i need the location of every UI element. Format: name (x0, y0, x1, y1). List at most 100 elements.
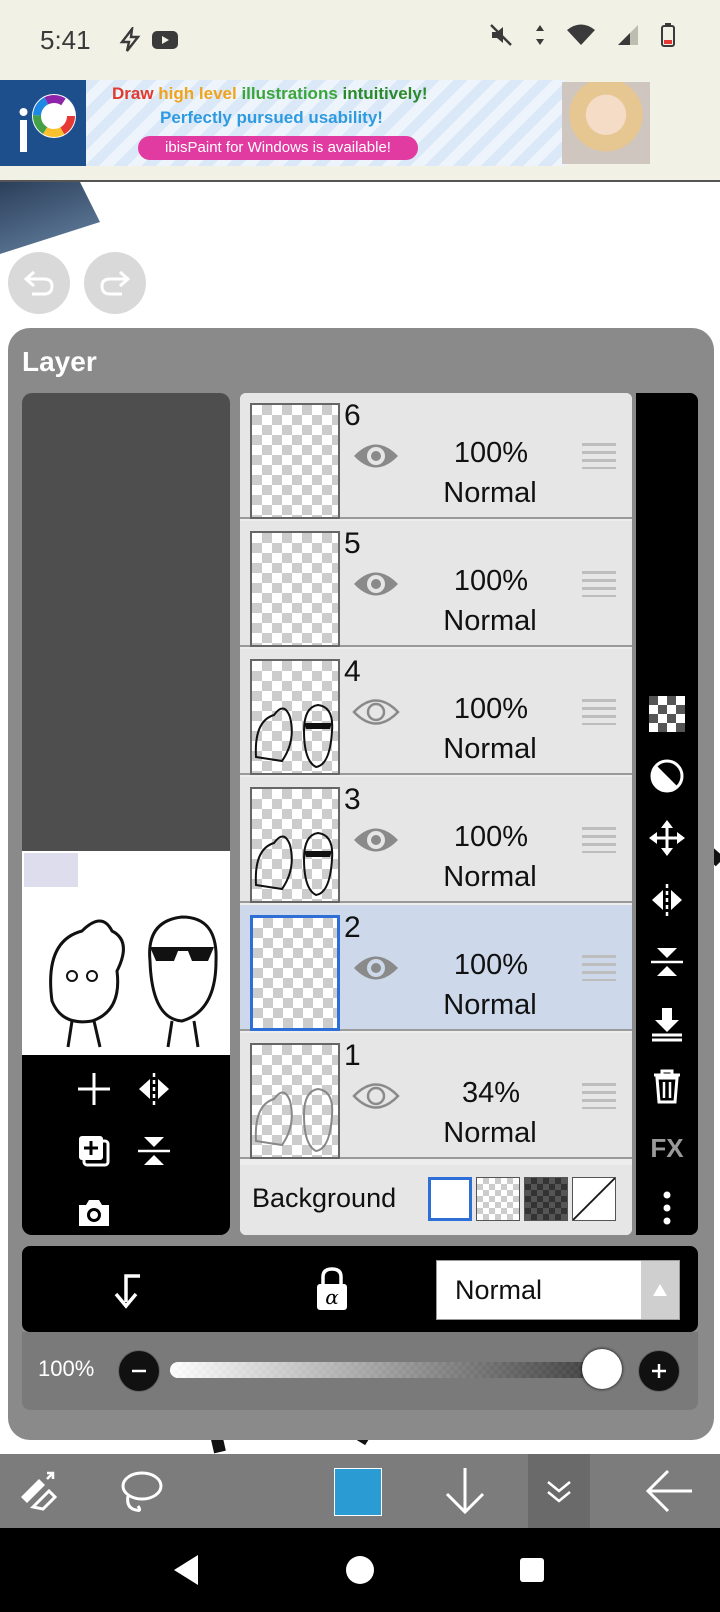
redo-button[interactable] (84, 252, 146, 314)
blend-mode-select[interactable]: Normal (436, 1260, 680, 1320)
transparency-checker-button[interactable] (648, 695, 686, 733)
background-dark-swatch[interactable] (524, 1177, 568, 1221)
ad-cta-pill[interactable]: ibisPaint for Windows is available! (138, 136, 418, 160)
layer-blend-mode: Normal (443, 1117, 537, 1149)
ad-content[interactable]: Draw high level illustrations intuitivel… (86, 80, 650, 166)
drag-handle-icon[interactable] (582, 443, 616, 469)
drag-handle-icon[interactable] (582, 955, 616, 981)
merge-down-icon (652, 1008, 682, 1042)
ad-headline-part: illustrations (241, 84, 343, 103)
layer-preview-thumbnail (22, 851, 230, 1055)
youtube-icon (151, 29, 179, 51)
visibility-eye-icon[interactable] (352, 439, 400, 473)
layer-thumbnail[interactable] (250, 403, 340, 519)
charging-bolt-icon (117, 27, 143, 53)
clipping-mask-button[interactable] (110, 1270, 150, 1310)
merge-down-button[interactable] (648, 1005, 686, 1043)
plus-icon (78, 1073, 110, 1105)
lasso-tool-button[interactable] (112, 1462, 170, 1520)
opacity-slider-fill (170, 1362, 622, 1378)
opacity-value: 100% (38, 1356, 95, 1381)
layer-thumbnail[interactable] (250, 915, 340, 1031)
ad-headline-part: high level (158, 84, 242, 103)
duplicate-layer-button[interactable] (74, 1131, 114, 1171)
flip-vertical-icon (138, 1137, 170, 1165)
visibility-eye-icon[interactable] (352, 951, 400, 985)
visibility-eye-icon[interactable] (352, 567, 400, 601)
move-arrows-icon (649, 820, 685, 856)
visibility-eye-icon[interactable] (352, 1079, 400, 1113)
background-transparent-swatch[interactable] (476, 1177, 520, 1221)
drag-handle-icon[interactable] (582, 827, 616, 853)
visibility-eye-icon[interactable] (352, 823, 400, 857)
flip-layer-vertical-button[interactable] (648, 943, 686, 981)
alpha-lock-icon: α (317, 1267, 347, 1310)
layer-opacity: 100% (453, 821, 529, 853)
square-recents-icon (520, 1558, 544, 1582)
flip-layer-horizontal-button[interactable] (648, 881, 686, 919)
move-layer-button[interactable] (648, 819, 686, 857)
fx-button[interactable]: FX (648, 1129, 686, 1167)
collapse-panel-button[interactable] (528, 1454, 590, 1528)
layer-thumbnail[interactable] (250, 787, 340, 903)
layer-opacity: 100% (453, 565, 529, 597)
tool-selector-button[interactable] (8, 1462, 66, 1520)
signal-icon (616, 23, 640, 47)
opacity-slider-knob[interactable] (582, 1349, 622, 1389)
layer-thumbnail[interactable] (250, 659, 340, 775)
alpha-lock-button[interactable]: α (312, 1266, 352, 1312)
camera-icon (79, 1200, 109, 1226)
nav-home-button[interactable] (338, 1548, 382, 1592)
half-circle-icon (650, 759, 684, 793)
add-layer-button[interactable] (74, 1069, 114, 1109)
layer-row[interactable]: 6 100% Normal (240, 393, 632, 519)
layer-row[interactable]: 5 100% Normal (240, 521, 632, 647)
layer-thumbnail[interactable] (250, 531, 340, 647)
layer-row-selected[interactable]: 2 100% Normal (240, 905, 632, 1031)
layer-list[interactable]: 6 100% Normal 5 100% Normal 4 100% Norma… (240, 393, 632, 1235)
drag-handle-icon[interactable] (582, 571, 616, 597)
background-row[interactable]: Background (240, 1165, 632, 1235)
background-none-swatch[interactable] (572, 1177, 616, 1221)
layer-down-button[interactable] (436, 1462, 494, 1520)
duplicate-icon (79, 1136, 110, 1167)
vertical-dots-icon (663, 1191, 671, 1225)
nav-recents-button[interactable] (510, 1548, 554, 1592)
flip-vertical-button[interactable] (134, 1131, 174, 1171)
layer-row[interactable]: 3 100% Normal (240, 777, 632, 903)
delete-layer-button[interactable] (648, 1067, 686, 1105)
arrow-down-icon (445, 1468, 485, 1515)
clipping-button[interactable] (648, 757, 686, 795)
layer-row[interactable]: 1 34% Normal (240, 1033, 632, 1159)
visibility-eye-icon[interactable] (352, 695, 400, 729)
lasso-icon (121, 1471, 163, 1512)
layer-row[interactable]: 4 100% Normal (240, 649, 632, 775)
current-color-swatch[interactable] (334, 1468, 382, 1516)
layer-opacity: 100% (453, 693, 529, 725)
drag-handle-icon[interactable] (582, 1083, 616, 1109)
back-arrow-button[interactable] (640, 1462, 698, 1520)
drag-handle-icon[interactable] (582, 699, 616, 725)
layer-blend-mode: Normal (443, 733, 537, 765)
opacity-decrease-button[interactable] (118, 1350, 160, 1392)
ad-subheadline: Perfectly pursued usability! (160, 108, 383, 127)
background-white-swatch[interactable] (428, 1177, 472, 1221)
checkerboard-icon (649, 696, 685, 732)
double-chevron-down-icon (547, 1481, 571, 1503)
layer-blend-mode: Normal (443, 477, 537, 509)
nav-back-button[interactable] (164, 1548, 208, 1592)
ibispaint-logo-icon (0, 80, 86, 166)
camera-button[interactable] (74, 1193, 114, 1233)
undo-button[interactable] (8, 252, 70, 314)
more-options-button[interactable] (648, 1189, 686, 1227)
flip-horizontal-button[interactable] (134, 1069, 174, 1109)
layer-thumbnail[interactable] (250, 1043, 340, 1159)
circle-home-icon (346, 1556, 374, 1584)
opacity-increase-button[interactable] (638, 1350, 680, 1392)
arrow-left-icon (645, 1469, 692, 1513)
opacity-slider-track[interactable] (170, 1349, 622, 1389)
chevron-up-icon[interactable] (641, 1261, 679, 1319)
ad-banner[interactable]: Draw high level illustrations intuitivel… (0, 80, 720, 182)
layer-left-toolbar (22, 1055, 230, 1235)
layer-mode-bar: α Normal (22, 1246, 698, 1332)
